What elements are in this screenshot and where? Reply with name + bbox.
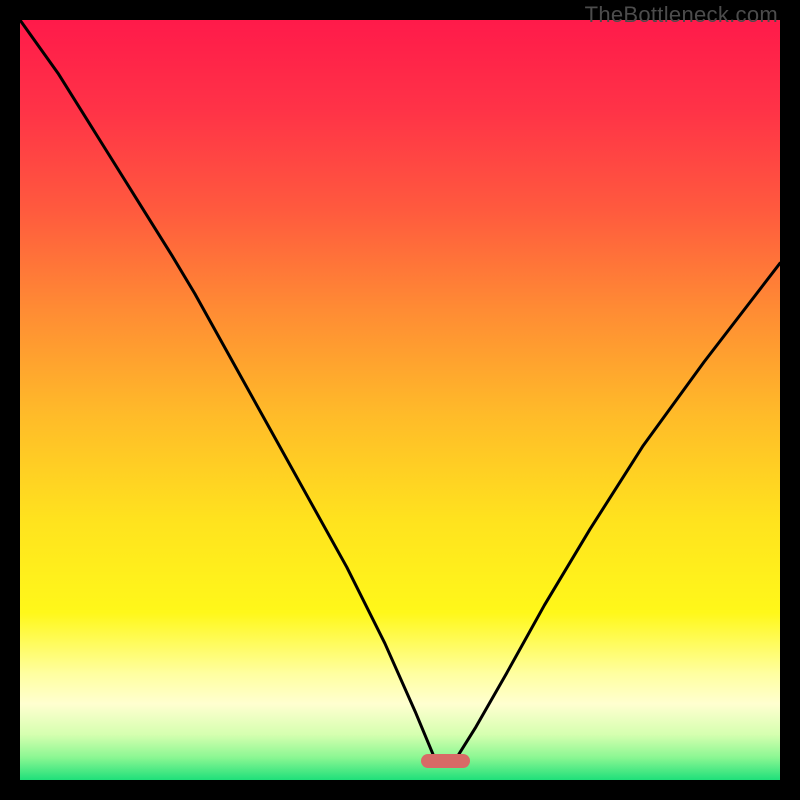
bottleneck-curve — [20, 20, 780, 780]
plot-area — [20, 20, 780, 780]
watermark-text: TheBottleneck.com — [585, 2, 778, 28]
optimal-marker — [421, 754, 470, 768]
chart-frame: TheBottleneck.com — [0, 0, 800, 800]
